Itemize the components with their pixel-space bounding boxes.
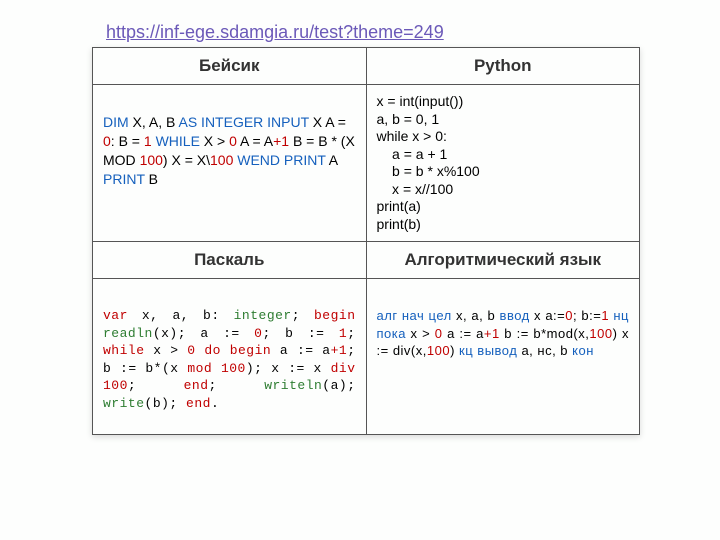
source-url[interactable]: https://inf-ege.sdamgia.ru/test?theme=24…	[106, 22, 444, 43]
header-pascal: Паскаль	[93, 242, 367, 279]
code-table: Бейсик Python DIM X, A, B AS INTEGER INP…	[92, 47, 640, 435]
alg-code: алг нач цел x, a, b ввод x a:=0; b:=1 нц…	[366, 279, 640, 435]
header-basic: Бейсик	[93, 48, 367, 85]
python-code: x = int(input()) a, b = 0, 1 while x > 0…	[366, 85, 640, 242]
basic-code: DIM X, A, B AS INTEGER INPUT X A = 0: B …	[93, 85, 367, 242]
header-python: Python	[366, 48, 640, 85]
pascal-code: var x, a, b: integer; begin readln(x); a…	[93, 279, 367, 435]
header-alg: Алгоритмический язык	[366, 242, 640, 279]
